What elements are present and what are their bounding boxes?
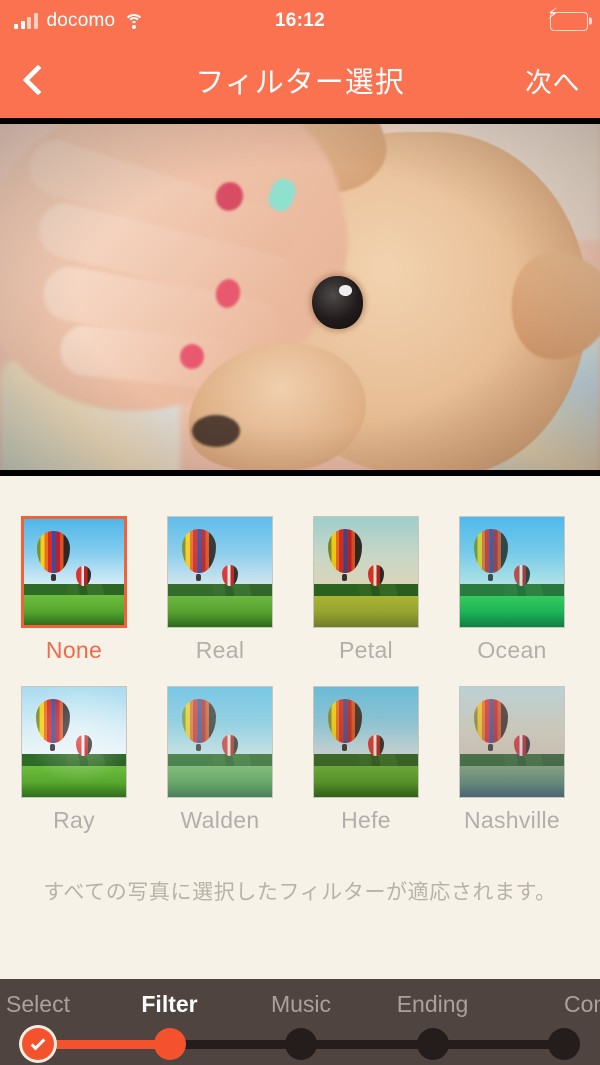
progress-step-labels: Select Filter Music Ending Complete xyxy=(0,991,600,1021)
filter-thumbnail xyxy=(459,686,565,798)
status-bar: docomo 16:12 ⚡ xyxy=(0,0,600,42)
balloon-preview-image xyxy=(314,517,418,627)
filter-option-petal[interactable]: Petal xyxy=(313,516,421,664)
filter-grid: None Real Petal Ocean Ray Walden Hefe Nashville xyxy=(0,516,600,834)
filter-option-label: Walden xyxy=(180,807,260,833)
filter-thumbnail xyxy=(313,516,419,628)
balloon-preview-image xyxy=(22,687,126,797)
progress-step-ending[interactable]: Ending xyxy=(397,991,469,1018)
balloon-preview-image xyxy=(460,687,564,797)
filter-option-nashville[interactable]: Nashville xyxy=(459,686,567,834)
progress-step-filter[interactable]: Filter xyxy=(141,991,197,1018)
balloon-preview-image xyxy=(24,519,124,625)
balloon-preview-image xyxy=(168,517,272,627)
filter-option-label: Real xyxy=(195,637,245,663)
filter-thumbnail xyxy=(167,686,273,798)
progress-node-filter[interactable] xyxy=(153,1028,186,1060)
filter-option-walden[interactable]: Walden xyxy=(167,686,275,834)
progress-node-select[interactable] xyxy=(22,1028,54,1060)
back-button[interactable] xyxy=(0,42,70,118)
progress-step-music[interactable]: Music xyxy=(271,991,331,1018)
filter-thumbnail xyxy=(459,516,565,628)
page-title: フィルター選択 xyxy=(195,67,405,99)
filter-option-ray[interactable]: Ray xyxy=(21,686,129,834)
filter-option-label: Ray xyxy=(53,807,95,833)
filter-thumbnail xyxy=(167,516,273,628)
progress-bar: Select Filter Music Ending Complete xyxy=(0,979,600,1065)
balloon-preview-image xyxy=(460,517,564,627)
progress-step-select[interactable]: Select xyxy=(6,991,70,1018)
photo-preview[interactable] xyxy=(0,118,600,476)
balloon-preview-image xyxy=(168,687,272,797)
navigation-bar: フィルター選択 次へ xyxy=(0,42,600,118)
filter-option-label: Nashville xyxy=(463,807,560,833)
app-screen: docomo 16:12 ⚡ フィルター選択 次へ None Real Peta… xyxy=(0,0,600,1065)
preview-image-dog xyxy=(0,118,600,476)
filter-thumbnail xyxy=(21,516,127,628)
progress-step-complete[interactable]: Complete xyxy=(564,991,600,1018)
battery-charging-icon: ⚡ xyxy=(547,7,592,31)
filter-option-label: Petal xyxy=(339,637,393,663)
progress-track-fill xyxy=(38,1040,166,1049)
next-button[interactable]: 次へ xyxy=(525,61,600,100)
filter-option-label: None xyxy=(45,637,103,663)
filter-thumbnail xyxy=(21,686,127,798)
filter-option-label: Ocean xyxy=(477,637,547,663)
progress-node-complete[interactable] xyxy=(548,1028,580,1060)
filter-option-hefe[interactable]: Hefe xyxy=(313,686,421,834)
filter-option-ocean[interactable]: Ocean xyxy=(459,516,567,664)
filter-option-label: Hefe xyxy=(341,807,391,833)
status-bar-clock: 16:12 xyxy=(274,10,326,31)
letterbox-top xyxy=(0,118,600,124)
filter-note: すべての写真に選択したフィルターが適応されます。 xyxy=(43,881,557,904)
chevron-left-icon xyxy=(21,64,54,96)
filter-option-none[interactable]: None xyxy=(21,516,129,664)
filter-thumbnail xyxy=(313,686,419,798)
check-icon xyxy=(30,1035,46,1051)
filter-option-real[interactable]: Real xyxy=(167,516,275,664)
progress-node-ending[interactable] xyxy=(416,1028,449,1060)
letterbox-bottom xyxy=(0,470,600,476)
filter-panel: None Real Petal Ocean Ray Walden Hefe Nashville… xyxy=(0,476,600,980)
balloon-preview-image xyxy=(314,687,418,797)
progress-node-music[interactable] xyxy=(285,1028,317,1060)
